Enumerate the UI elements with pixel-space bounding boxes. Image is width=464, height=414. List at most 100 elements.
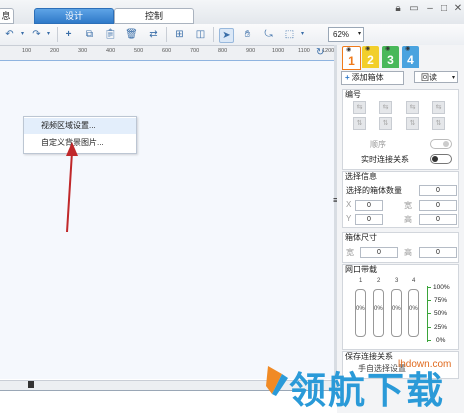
- box-height-field[interactable]: 0: [419, 247, 457, 258]
- add-box-button[interactable]: + 添加箱体: [341, 71, 404, 85]
- toolbar-divider: [166, 27, 167, 42]
- port-number: 3: [395, 278, 399, 284]
- delete-icon[interactable]: 🗑︎: [125, 28, 138, 41]
- scale-tick: [427, 327, 431, 328]
- layers-icon[interactable]: ◫: [194, 28, 207, 41]
- undo-dropdown-icon[interactable]: ▾: [16, 28, 29, 41]
- tab-partial[interactable]: 息: [0, 8, 14, 24]
- zoom-select[interactable]: 62% ▾: [328, 27, 364, 42]
- numbering-order-icon[interactable]: ⇆: [379, 101, 392, 114]
- pointer-icon[interactable]: ➤: [219, 28, 234, 43]
- watermark-url: lhdown.com: [398, 359, 452, 370]
- chevron-down-icon: ▾: [451, 75, 455, 81]
- numbering-order-icon[interactable]: ⇆: [432, 101, 445, 114]
- minimize-icon[interactable]: –: [424, 3, 436, 15]
- numbering-title: 编号: [345, 90, 361, 99]
- numbering-order-icon[interactable]: ⇅: [406, 117, 419, 130]
- port-number: 4: [412, 278, 416, 284]
- select-area-icon[interactable]: ⬚: [283, 28, 296, 41]
- port-number: 1: [359, 278, 363, 284]
- height-field[interactable]: 0: [419, 214, 457, 225]
- order-toggle[interactable]: [430, 139, 452, 149]
- layer-tab-2[interactable]: ◉ 2: [362, 46, 379, 68]
- readback-select[interactable]: 回读 ▾: [414, 71, 458, 83]
- replace-icon[interactable]: ⇄: [147, 28, 160, 41]
- annotation-arrow-icon: [66, 142, 78, 233]
- close-icon[interactable]: ✕: [452, 3, 464, 15]
- menu-item-video-area[interactable]: 视频区域设置...: [24, 118, 136, 134]
- layer-tab-4[interactable]: ◉ 4: [402, 46, 419, 68]
- ruler-tick: 400: [106, 48, 116, 54]
- scale-tick: [427, 287, 431, 288]
- selection-title: 选择信息: [345, 172, 377, 181]
- eye-icon[interactable]: ◉: [385, 46, 390, 52]
- watermark-logo-icon: [266, 366, 288, 396]
- x-label: X: [346, 200, 352, 209]
- port-load-value: 0%: [374, 306, 383, 312]
- numbering-order-icon[interactable]: ⇅: [379, 117, 392, 130]
- design-canvas[interactable]: [0, 61, 334, 379]
- toolbar-divider: [57, 27, 58, 42]
- box-size-title: 箱体尺寸: [345, 233, 377, 242]
- horizontal-ruler: 100 200 300 400 500 600 700 800 900 1000…: [0, 46, 334, 61]
- numbering-order-icon[interactable]: ⇆: [406, 101, 419, 114]
- connect-icon[interactable]: ⤿: [262, 28, 275, 41]
- monitor-icon[interactable]: ▭: [408, 3, 420, 15]
- maximize-icon[interactable]: □: [438, 3, 450, 15]
- port-load-value: 0%: [392, 306, 401, 312]
- order-label: 顺序: [370, 140, 386, 149]
- port-load-value: 0%: [356, 306, 365, 312]
- grid-icon[interactable]: ⊞: [173, 28, 186, 41]
- numbering-order-icon[interactable]: ⇆: [353, 101, 366, 114]
- toolbar: ↶ ▾ ↷ ▾ + ⧉ 📋︎ 🗑︎ ⇄ ⊞ ◫ ➤ ✋︎ ⤿ ⬚ ▾: [0, 24, 464, 46]
- copy-icon[interactable]: ⧉: [83, 28, 96, 41]
- paste-icon[interactable]: 📋︎: [104, 28, 117, 41]
- refresh-icon[interactable]: ↻: [316, 47, 324, 58]
- add-icon[interactable]: +: [62, 28, 75, 41]
- tab-control[interactable]: 控制: [114, 8, 194, 24]
- ruler-tick: 900: [246, 48, 256, 54]
- ruler-tick: 700: [190, 48, 200, 54]
- port-load-value: 0%: [409, 306, 418, 312]
- layer-tab-3[interactable]: ◉ 3: [382, 46, 399, 68]
- undo-icon[interactable]: ↶: [3, 28, 16, 41]
- y-label: Y: [346, 214, 352, 223]
- ruler-tick: 600: [162, 48, 172, 54]
- ruler-tick: 200: [50, 48, 60, 54]
- lock-icon[interactable]: 🔒︎: [392, 3, 404, 15]
- numbering-order-icon[interactable]: ⇅: [432, 117, 445, 130]
- height-label: 高: [404, 215, 412, 224]
- ruler-tick: 800: [218, 48, 228, 54]
- y-field[interactable]: 0: [355, 214, 383, 225]
- scale-axis: [427, 286, 428, 342]
- numbering-order-icon[interactable]: ⇅: [353, 117, 366, 130]
- ruler-tick: 1100: [298, 48, 310, 54]
- toolbar-divider: [213, 27, 214, 42]
- tab-design[interactable]: 设计: [34, 8, 114, 24]
- layer-tab-1[interactable]: ◉ 1: [342, 46, 361, 70]
- eye-icon[interactable]: ◉: [346, 47, 351, 53]
- top-tab-bar: 息 设计 控制 🔒︎ ▭ – □ ✕: [0, 0, 464, 25]
- watermark: 领航下载 lhdown.com: [262, 356, 462, 413]
- hand-icon[interactable]: ✋︎: [241, 28, 254, 41]
- box-width-field[interactable]: 0: [360, 247, 398, 258]
- box-width-label: 宽: [346, 248, 354, 257]
- realtime-connect-toggle[interactable]: [430, 154, 452, 164]
- redo-dropdown-icon[interactable]: ▾: [42, 28, 55, 41]
- select-dropdown-icon[interactable]: ▾: [296, 28, 309, 41]
- scale-label: 25%: [434, 324, 448, 331]
- x-field[interactable]: 0: [355, 200, 383, 211]
- scale-label: 0%: [436, 337, 446, 344]
- chevron-down-icon: ▾: [357, 31, 361, 37]
- width-label: 宽: [404, 201, 412, 210]
- selected-count-field[interactable]: 0: [419, 185, 457, 196]
- scale-label: 75%: [434, 297, 448, 304]
- eye-icon[interactable]: ◉: [365, 46, 370, 52]
- scale-label: 100%: [433, 284, 450, 291]
- eye-icon[interactable]: ◉: [405, 46, 410, 52]
- ruler-tick: 500: [134, 48, 144, 54]
- width-field[interactable]: 0: [419, 200, 457, 211]
- scale-label: 50%: [434, 310, 448, 317]
- scrollbar-thumb[interactable]: [28, 381, 34, 388]
- ruler-tick: 100: [22, 48, 32, 54]
